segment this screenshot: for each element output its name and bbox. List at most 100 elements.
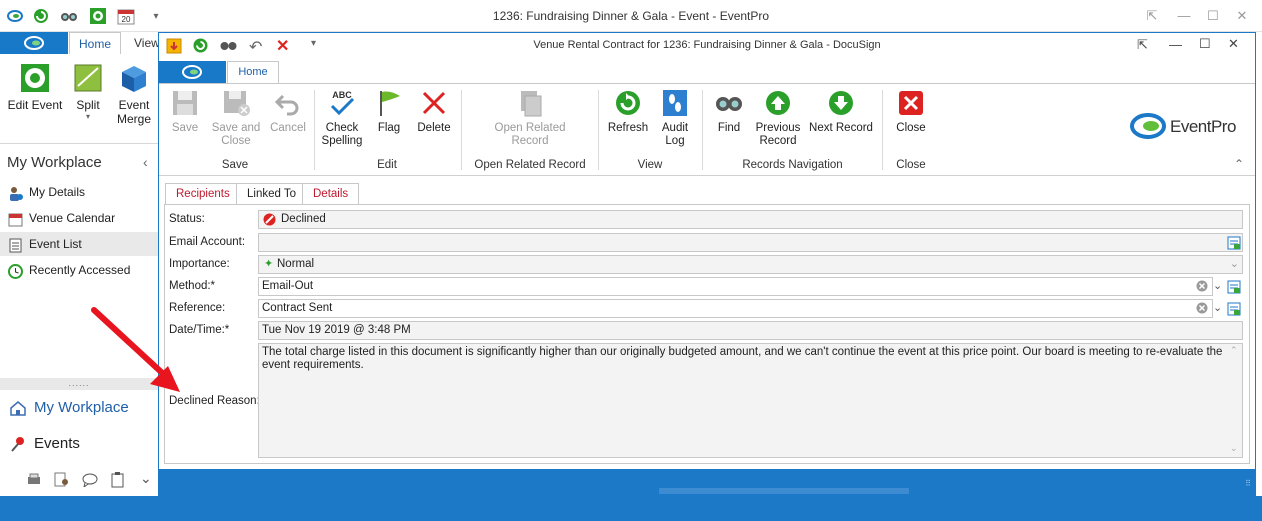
document-icon[interactable] — [111, 472, 125, 491]
importance-select[interactable]: ✦ Normal ⌄ — [258, 255, 1243, 274]
save-close-label-1: Save and — [211, 122, 261, 134]
datetime-field[interactable]: Tue Nov 19 2019 @ 3:48 PM — [258, 321, 1243, 340]
split-icon — [72, 62, 104, 94]
delete-label: Delete — [417, 122, 451, 134]
next-label: Next Record — [809, 122, 873, 134]
big-nav-my-workplace[interactable]: My Workplace — [10, 399, 129, 416]
method-label: Method:* — [169, 280, 216, 292]
binoculars-icon — [714, 88, 744, 118]
chevron-down-icon[interactable]: ⌄ — [1230, 256, 1239, 273]
merge-icon — [118, 62, 150, 94]
method-value: Email-Out — [262, 280, 314, 292]
chevron-down-icon[interactable]: ⌄ — [1213, 279, 1222, 292]
tab-recipients[interactable]: Recipients — [165, 183, 241, 205]
group-open-related-label: Open Related Record — [474, 159, 586, 171]
find-button[interactable]: Find — [712, 88, 746, 135]
logo-icon — [1130, 113, 1166, 139]
normal-importance-icon: ✦ — [264, 258, 274, 270]
email-account-field[interactable] — [258, 233, 1243, 252]
audit-log-button[interactable]: Audit Log — [657, 88, 693, 148]
scroll-down-icon[interactable]: ⌄ — [1230, 443, 1238, 454]
refresh-button[interactable]: Refresh — [605, 88, 651, 135]
group-view-label: View — [637, 159, 663, 171]
open-related-record-button[interactable]: Open Related Record — [490, 88, 570, 148]
bottom-shortcut-bar: ⌄ — [0, 466, 158, 494]
clear-icon[interactable] — [1196, 280, 1208, 298]
horizontal-scrollbar[interactable] — [659, 488, 909, 494]
delete-button[interactable]: Delete — [414, 88, 454, 135]
flag-button[interactable]: Flag — [372, 88, 406, 135]
save-button[interactable]: Save — [168, 88, 202, 135]
audit-label-2: Log — [665, 135, 685, 147]
save-and-close-button[interactable]: Save and Close — [210, 88, 262, 148]
nav-item-label: Venue Calendar — [29, 211, 116, 225]
nav-item-my-details[interactable]: My Details — [0, 180, 158, 204]
nav-item-label: Event List — [29, 237, 82, 251]
previous-record-button[interactable]: Previous Record — [754, 88, 802, 148]
user-doc-icon[interactable] — [54, 472, 70, 491]
logo-text: EventPro — [1170, 117, 1236, 136]
save-close-icon — [221, 88, 251, 118]
collapse-ribbon-icon[interactable]: ⌃ — [1234, 157, 1244, 171]
printer-icon[interactable] — [26, 473, 42, 490]
home-icon — [10, 400, 26, 416]
more-icon[interactable]: ⌄ — [140, 470, 152, 487]
big-nav-events[interactable]: Events — [10, 435, 80, 452]
up-arrow-icon — [763, 88, 793, 118]
group-separator — [598, 90, 599, 170]
method-select[interactable]: Email-Out — [258, 277, 1213, 296]
flag-icon — [374, 88, 404, 118]
svg-text:ABC: ABC — [332, 90, 352, 100]
maximize-button[interactable]: ☐ — [1204, 7, 1222, 25]
refresh-icon — [613, 88, 643, 118]
importance-value: Normal — [277, 258, 315, 270]
pin-icon[interactable]: ⇱ — [1143, 7, 1161, 25]
close-record-button[interactable]: Close — [892, 88, 930, 135]
big-nav-label: Events — [34, 435, 80, 452]
close-label: Close — [896, 122, 926, 134]
declined-reason-textarea[interactable]: The total charge listed in this document… — [258, 343, 1243, 458]
flag-label: Flag — [377, 122, 401, 134]
app-menu-tab[interactable] — [159, 61, 226, 83]
lookup-icon[interactable] — [1227, 236, 1241, 250]
group-edit-label: Edit — [377, 159, 397, 171]
nav-item-event-list[interactable]: Event List — [0, 232, 158, 256]
cancel-button[interactable]: Cancel — [268, 88, 308, 135]
tab-details[interactable]: Details — [302, 183, 360, 206]
resize-grip-icon[interactable]: ⠿ — [1245, 479, 1251, 488]
open-related-label-1: Open Related — [494, 122, 566, 134]
close-icon — [896, 88, 926, 118]
clear-icon[interactable] — [1196, 302, 1208, 320]
close-button[interactable]: ✕ — [1233, 7, 1251, 25]
nav-item-venue-calendar[interactable]: Venue Calendar — [0, 206, 158, 230]
chat-icon[interactable] — [82, 473, 98, 490]
cancel-label: Cancel — [270, 122, 306, 134]
event-merge-button[interactable]: Event Merge — [112, 58, 156, 126]
next-record-button[interactable]: Next Record — [808, 88, 874, 135]
split-button[interactable]: Split ▾ — [68, 58, 108, 121]
workplace-title: My Workplace — [7, 154, 102, 171]
red-x-icon — [419, 88, 449, 118]
eventpro-logo: EventPro — [1130, 112, 1250, 142]
check-spelling-button[interactable]: ABC Check Spelling — [320, 88, 364, 148]
save-close-label-2: Close — [221, 135, 251, 147]
collapse-pane-icon[interactable]: ‹ — [143, 154, 148, 170]
tab-home[interactable]: Home — [227, 61, 279, 83]
scroll-up-icon[interactable]: ⌃ — [1230, 345, 1238, 356]
lookup-icon[interactable] — [1227, 302, 1241, 316]
reference-select[interactable]: Contract Sent — [258, 299, 1213, 318]
nav-item-recently-accessed[interactable]: Recently Accessed — [0, 258, 158, 282]
tab-home[interactable]: Home — [69, 32, 121, 54]
pin-icon — [10, 436, 26, 452]
status-value: Declined — [281, 213, 326, 225]
app-menu-tab[interactable] — [0, 32, 68, 54]
minimize-button[interactable]: — — [1175, 7, 1193, 25]
tab-linked-to[interactable]: Linked To — [236, 183, 308, 205]
edit-event-button[interactable]: Edit Event — [6, 58, 64, 112]
chevron-down-icon[interactable]: ⌄ — [1213, 301, 1222, 314]
lookup-icon[interactable] — [1227, 280, 1241, 294]
reference-value: Contract Sent — [262, 302, 333, 314]
group-separator — [702, 90, 703, 170]
group-close-label: Close — [896, 159, 926, 171]
group-separator — [314, 90, 315, 170]
